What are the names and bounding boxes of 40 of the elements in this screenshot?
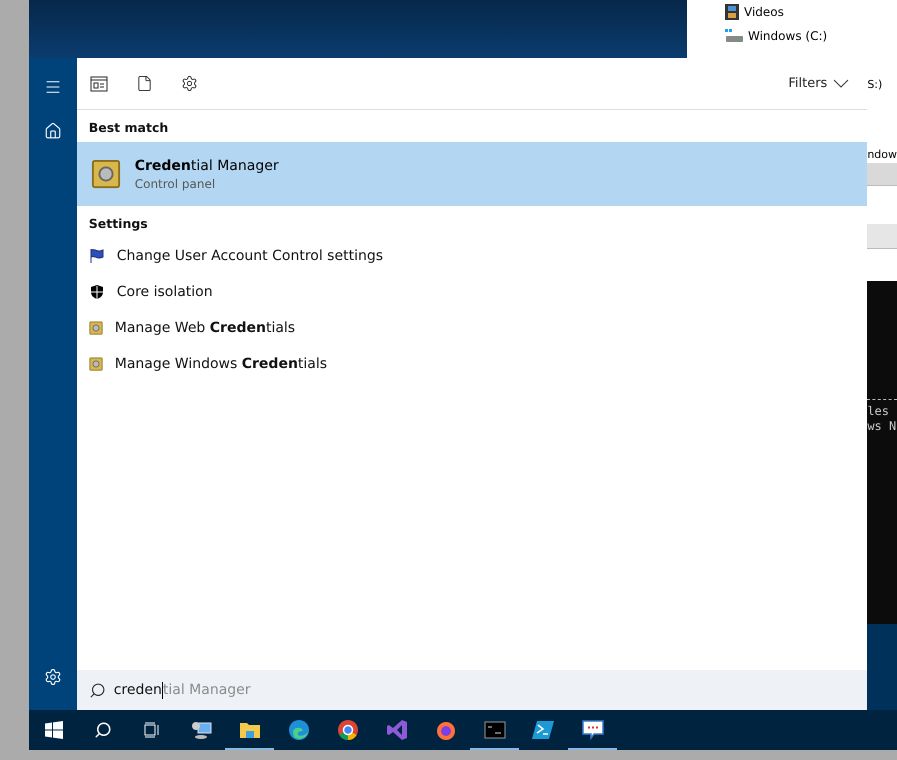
search-icon bbox=[88, 682, 106, 698]
settings-filter-button[interactable] bbox=[180, 75, 198, 92]
safe-icon bbox=[88, 357, 103, 371]
console-text: ws N bbox=[867, 419, 897, 434]
console-text: les bbox=[867, 404, 890, 419]
speech-bubble-icon bbox=[580, 718, 604, 742]
section-heading: Settings bbox=[88, 215, 149, 233]
search-icon bbox=[94, 721, 112, 739]
drive-icon bbox=[725, 28, 743, 42]
result-subtitle: Control panel bbox=[134, 176, 216, 190]
window-fragment-text: ndow bbox=[867, 148, 897, 163]
flag-icon bbox=[88, 248, 105, 264]
chevron-down-icon bbox=[833, 79, 850, 88]
prompt-icon bbox=[532, 718, 556, 742]
settings-result[interactable]: Change User Account Control settings bbox=[116, 248, 384, 264]
shield-icon bbox=[88, 284, 105, 300]
wave-circle-icon bbox=[286, 718, 310, 742]
infinity-ribbon-icon bbox=[384, 718, 408, 742]
explorer-item-label[interactable]: Videos bbox=[744, 4, 784, 18]
window-fragment-text: S:) bbox=[867, 78, 884, 93]
apps-filter-button[interactable] bbox=[90, 76, 108, 92]
film-icon bbox=[725, 4, 739, 20]
best-match-result[interactable]: Credential Manager Control panel bbox=[76, 142, 868, 206]
search-field[interactable]: credential Manager bbox=[114, 682, 251, 698]
filters-button[interactable]: Filters bbox=[782, 75, 856, 92]
settings-result[interactable]: Manage Web Credentials bbox=[114, 320, 296, 336]
settings-result[interactable]: Core isolation bbox=[116, 284, 213, 300]
search-box[interactable]: credential Manager bbox=[76, 670, 868, 710]
safe-icon bbox=[90, 159, 121, 189]
documents-filter-button[interactable] bbox=[136, 75, 153, 92]
section-heading: Best match bbox=[88, 119, 170, 137]
task-view-icon bbox=[142, 721, 160, 739]
settings-result[interactable]: Manage Windows Credentials bbox=[114, 356, 328, 372]
window-bar bbox=[867, 224, 897, 249]
safe-icon bbox=[88, 321, 103, 335]
color-circle-icon bbox=[336, 718, 360, 742]
result-title: Credential Manager bbox=[134, 158, 279, 174]
window-grid-icon bbox=[44, 721, 62, 739]
explorer-item-label[interactable]: Windows (C:) bbox=[748, 28, 828, 42]
window-bar bbox=[867, 163, 897, 186]
